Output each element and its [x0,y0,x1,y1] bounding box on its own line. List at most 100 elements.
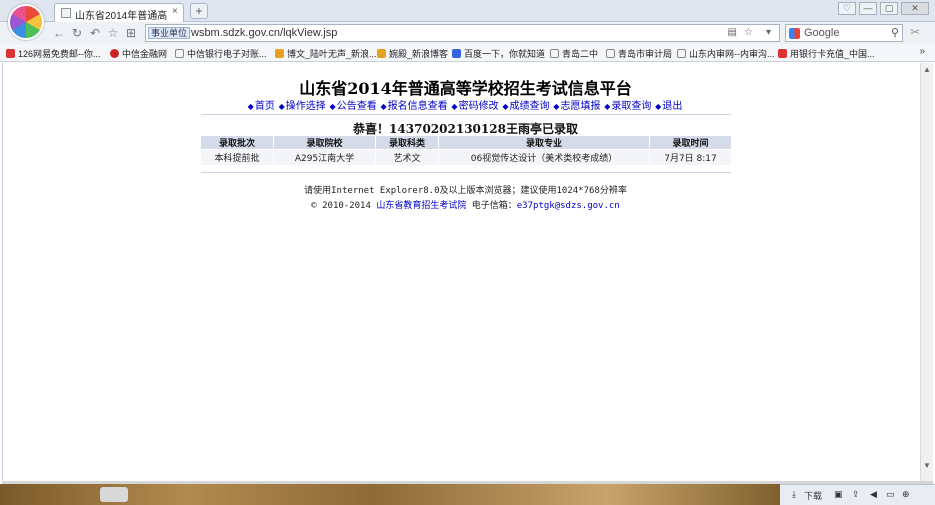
download-label[interactable]: 下载 [804,489,822,502]
table-cell: 艺术文 [375,149,439,166]
browser-logo-icon[interactable] [8,4,44,40]
page-icon [677,49,686,58]
taskbar-app-icon[interactable] [100,487,128,502]
more-bookmarks-icon[interactable]: » [919,46,925,57]
footer: © 2010-2014 山东省教育招生考试院 电子信箱：e37ptgk@sdzs… [3,198,928,211]
email-label: 电子信箱： [471,201,517,211]
blog-icon [377,49,386,58]
site-nav: ◆首页 ◆操作选择 ◆公告查看 ◆报名信息查看 ◆密码修改 ◆成绩查询 ◆志愿填… [3,97,928,112]
table-cell: A295江南大学 [273,149,376,166]
column-header: 录取院校 [273,135,376,150]
browser-tab[interactable]: 山东省2014年普通高等学校 × [54,3,184,22]
nav-link-applications[interactable]: 志愿填报 [560,101,600,112]
bookmark-item[interactable]: 博文_陆叶无声_新浪... [275,47,377,60]
download-icon[interactable]: ⤓ [792,489,796,500]
divider [201,172,731,173]
nav-link-announcements[interactable]: 公告查看 [337,101,377,112]
nav-bullet-icon: ◆ [553,102,560,111]
google-logo-icon [789,28,800,39]
column-header: 录取时间 [649,135,732,150]
search-box[interactable]: Google ⚲ [785,24,903,42]
page-icon [175,49,184,58]
scroll-down-icon[interactable]: ▼ [923,461,931,470]
volume-icon[interactable]: ◀ [870,489,877,500]
nav-link-registration-info[interactable]: 报名信息查看 [388,101,448,112]
star-icon[interactable]: ☆ [106,26,120,40]
column-header: 录取批次 [200,135,274,150]
bookmark-item[interactable]: 中信银行电子对账... [175,47,267,60]
window-controls: ♡ — ▢ ✕ [838,2,929,15]
nav-link-operations[interactable]: 操作选择 [286,101,326,112]
minimize-button[interactable]: — [859,2,877,15]
web-page: 山东省2014年普通高等学校招生考试信息平台 ◆首页 ◆操作选择 ◆公告查看 ◆… [2,63,927,481]
table-cell: 7月7日 8:17 [649,149,732,166]
vertical-scrollbar[interactable]: ▲ ▼ [920,63,933,481]
table-cell: 本科提前批 [200,149,274,166]
page-icon [606,49,615,58]
zoom-icon[interactable]: ⊕ [902,489,910,500]
forward-refresh-icon[interactable]: ↻ [70,26,84,40]
tab-close-icon[interactable]: × [172,6,178,17]
bank-icon [110,49,119,58]
nav-link-change-password[interactable]: 密码修改 [459,101,499,112]
baidu-icon [452,49,461,58]
table-cell: 06视觉传达设计（美术类校考成绩） [438,149,650,166]
search-icon[interactable]: ⚲ [891,26,899,39]
maximize-button[interactable]: ▢ [880,2,898,15]
site-category-badge: 事业单位 [148,27,191,39]
column-header: 录取科类 [375,135,439,150]
apps-grid-icon[interactable]: ⊞ [124,26,138,40]
back-arrow-icon[interactable]: ← [52,26,66,40]
scroll-up-icon[interactable]: ▲ [923,65,931,74]
mail-icon [6,49,15,58]
url-text[interactable]: wsbm.sdzk.gov.cn/lqkView.jsp [191,27,337,39]
nav-bullet-icon: ◆ [247,102,254,111]
nav-bullet-icon: ◆ [451,102,458,111]
bookmark-item[interactable]: 百度一下，你就知道 [452,47,545,60]
favorite-window-button[interactable]: ♡ [838,2,856,15]
nav-link-logout[interactable]: 退出 [662,101,682,112]
nav-bullet-icon: ◆ [329,102,336,111]
browser-requirement-note: 请使用Internet Explorer8.0及以上版本浏览器；建议使用1024… [304,186,627,196]
window-icon[interactable]: ▭ [886,489,895,500]
bookmark-item[interactable]: 婉殿_新浪博客 [377,47,448,60]
table-header-row: 录取批次 录取院校 录取科类 录取专业 录取时间 [200,135,732,150]
nav-bullet-icon: ◆ [380,102,387,111]
email-link[interactable]: e37ptgk@sdzs.gov.cn [517,201,620,211]
copyright-text: © 2010-2014 [311,201,371,211]
bookmark-item[interactable]: 青岛二中 [550,47,598,60]
bookmark-item[interactable]: 山东内审网--内审沟... [677,47,775,60]
bookmark-item[interactable]: 用银行卡充值_中国... [778,47,875,60]
nav-bullet-icon: ◆ [278,102,285,111]
dropdown-arrow-icon[interactable]: ▾ [766,27,771,38]
page-favicon-icon [61,8,71,18]
browser-toolbar: ← ↻ ↶ ☆ ⊞ 事业单位 wsbm.sdzk.gov.cn/lqkView.… [0,22,935,44]
bookmark-item[interactable]: 青岛市审计局 [606,47,672,60]
undo-icon[interactable]: ↶ [88,26,102,40]
page-icon [550,49,559,58]
browser-status-bar: ⤓ 下载 ▣ ⇪ ◀ ▭ ⊕ [780,484,935,505]
close-window-button[interactable]: ✕ [901,2,929,15]
bank-card-icon [778,49,787,58]
address-bar[interactable]: 事业单位 wsbm.sdzk.gov.cn/lqkView.jsp ▤ ☆ ▾ [145,24,780,42]
bookmark-star-icon[interactable]: ☆ [744,27,753,38]
bookmark-item[interactable]: 中信金融网 [110,47,167,60]
tab-title: 山东省2014年普通高等学校 [75,11,167,22]
new-tab-button[interactable]: + [190,3,208,19]
search-input[interactable]: Google [804,27,839,39]
bookmark-item[interactable]: 126网易免费邮--你... [6,47,101,60]
extensions-icon[interactable]: ✂ [910,25,920,39]
tab-bar: 山东省2014年普通高等学校 × + ♡ — ▢ ✕ [0,0,935,22]
nav-link-admission-query[interactable]: 录取查询 [611,101,651,112]
nav-link-home[interactable]: 首页 [255,101,275,112]
blog-icon [275,49,284,58]
upload-icon[interactable]: ⇪ [852,489,860,500]
bookmarks-bar: 126网易免费邮--你... 中信金融网 中信银行电子对账... 博文_陆叶无声… [0,44,935,62]
divider [201,114,731,115]
page-title: 山东省2014年普通高等学校招生考试信息平台 [299,79,632,98]
screenshot-icon[interactable]: ▣ [834,489,843,500]
org-link[interactable]: 山东省教育招生考试院 [376,201,466,211]
document-icon[interactable]: ▤ [728,27,737,38]
nav-link-scores[interactable]: 成绩查询 [510,101,550,112]
nav-bullet-icon: ◆ [655,102,662,111]
